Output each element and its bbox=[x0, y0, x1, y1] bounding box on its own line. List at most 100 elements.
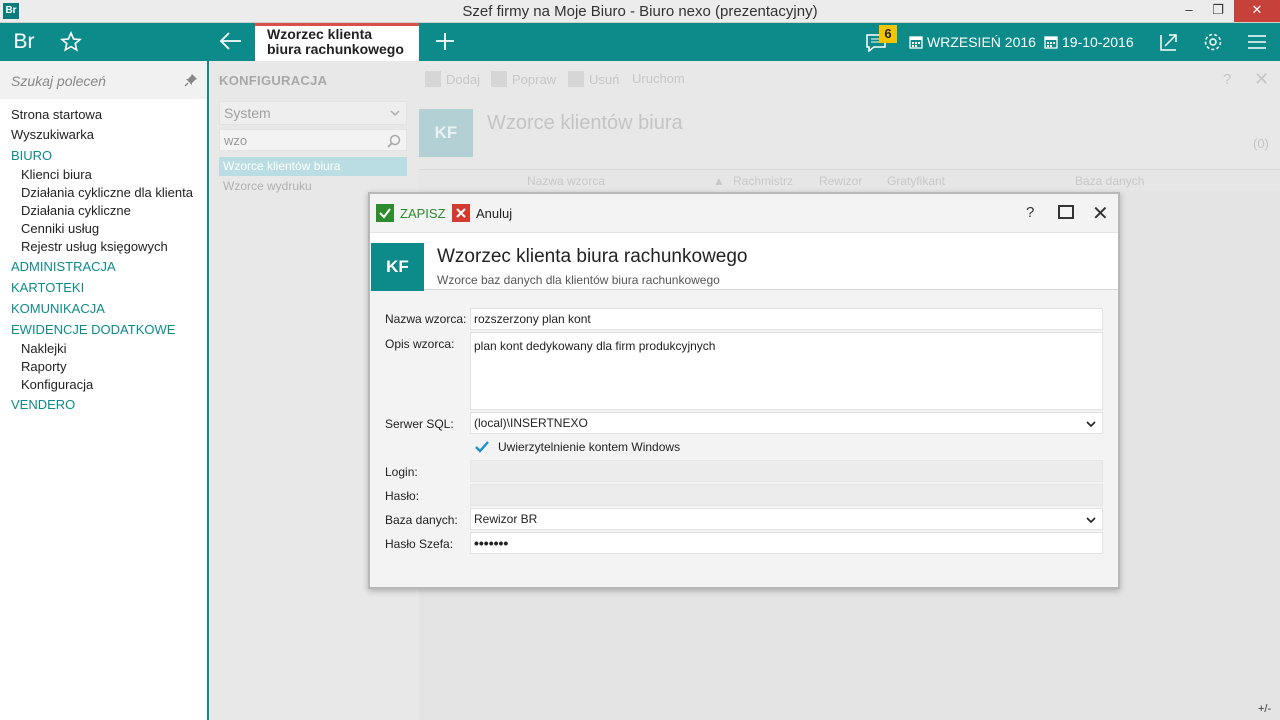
sidebar-item-dzialania-cykliczne-klienta[interactable]: Działania cykliczne dla klienta bbox=[0, 184, 207, 202]
app-logo[interactable]: Br bbox=[0, 23, 48, 61]
window-titlebar: Br Szef firmy na Moje Biuro - Biuro nexo… bbox=[0, 0, 1280, 23]
dialog-maximize-icon[interactable] bbox=[1058, 205, 1074, 219]
column-header-nazwa[interactable]: Nazwa wzorca bbox=[527, 174, 605, 188]
sidebar-section-komunikacja[interactable]: KOMUNIKACJA bbox=[0, 298, 207, 319]
add-icon bbox=[425, 71, 441, 87]
save-button[interactable]: ZAPISZ bbox=[376, 204, 446, 222]
main-toolbar: Dodaj Popraw Usuń Uruchom bbox=[409, 61, 1280, 97]
settings-gear-icon[interactable] bbox=[1199, 23, 1227, 61]
tab-wzorzec-klienta[interactable]: Wzorzec klienta biura rachunkowego bbox=[255, 23, 419, 61]
config-group-select[interactable]: System bbox=[219, 101, 407, 125]
run-button[interactable]: Uruchom bbox=[632, 71, 685, 86]
date-label: 19-10-2016 bbox=[1062, 34, 1134, 50]
sidebar-item-klienci-biura[interactable]: Klienci biura bbox=[0, 166, 207, 184]
sidebar-item-dzialania-cykliczne[interactable]: Działania cykliczne bbox=[0, 202, 207, 220]
sidebar-item-konfiguracja[interactable]: Konfiguracja bbox=[0, 376, 207, 394]
sidebar-item-raporty[interactable]: Raporty bbox=[0, 358, 207, 376]
list-badge: KF bbox=[419, 109, 473, 157]
password-label: Hasło: bbox=[385, 489, 420, 503]
add-button[interactable]: Dodaj bbox=[425, 71, 480, 87]
config-group-value: System bbox=[224, 105, 271, 121]
login-label: Login: bbox=[385, 465, 418, 479]
column-header-baza[interactable]: Baza danych bbox=[1075, 174, 1144, 188]
checkmark-icon bbox=[475, 441, 489, 453]
favorites-star-icon[interactable] bbox=[58, 23, 84, 61]
main-help-button[interactable]: ? bbox=[1223, 71, 1231, 88]
sidebar-nav: Strona startowa Wyszukiwarka BIURO Klien… bbox=[0, 105, 207, 415]
chevron-down-icon bbox=[1086, 517, 1096, 524]
config-header: KONFIGURACJA bbox=[219, 73, 328, 88]
sidebar-section-administracja[interactable]: ADMINISTRACJA bbox=[0, 256, 207, 277]
sidebar-section-biuro[interactable]: BIURO bbox=[0, 145, 207, 166]
edit-label: Popraw bbox=[512, 71, 557, 87]
calendar-icon bbox=[909, 36, 923, 49]
database-label: Baza danych: bbox=[385, 513, 458, 527]
menu-hamburger-icon[interactable] bbox=[1243, 23, 1271, 61]
date-selector[interactable]: 19-10-2016 bbox=[1044, 23, 1134, 61]
new-tab-plus-icon[interactable] bbox=[430, 23, 460, 61]
save-label: ZAPISZ bbox=[400, 205, 446, 221]
window-title: Szef firmy na Moje Biuro - Biuro nexo (p… bbox=[462, 3, 818, 20]
search-placeholder: Szukaj poleceń bbox=[11, 73, 106, 89]
sql-server-value: (local)\INSERTNEXO bbox=[474, 416, 588, 430]
sidebar-section-vendero[interactable]: VENDERO bbox=[0, 394, 207, 415]
sidebar-item-naklejki[interactable]: Naklejki bbox=[0, 340, 207, 358]
dialog-header: KF Wzorzec klienta biura rachunkowego Wz… bbox=[370, 232, 1118, 291]
sql-server-label: Serwer SQL: bbox=[385, 417, 454, 431]
expand-collapse-toggle[interactable]: +/- bbox=[1258, 703, 1271, 715]
calendar-icon bbox=[1044, 36, 1058, 49]
sidebar-item-wyszukiwarka[interactable]: Wyszukiwarka bbox=[0, 125, 207, 145]
export-icon[interactable] bbox=[1155, 23, 1183, 61]
pin-icon[interactable] bbox=[184, 73, 198, 87]
notification-badge: 6 bbox=[879, 25, 897, 43]
boss-password-field[interactable]: ••••••• bbox=[470, 532, 1103, 554]
config-search-value: wzo bbox=[224, 133, 248, 148]
minimize-button[interactable]: ‒ bbox=[1175, 0, 1203, 22]
delete-button[interactable]: Usuń bbox=[568, 71, 619, 87]
chevron-down-icon bbox=[390, 110, 400, 117]
command-search[interactable]: Szukaj poleceń bbox=[0, 61, 207, 99]
sidebar-item-rejestr-uslug[interactable]: Rejestr usług księgowych bbox=[0, 238, 207, 256]
config-search-input[interactable]: wzo bbox=[219, 129, 407, 151]
back-arrow-icon[interactable] bbox=[216, 23, 246, 61]
database-value: Rewizor BR bbox=[474, 512, 538, 526]
sidebar-section-ewidencje[interactable]: EWIDENCJE DODATKOWE bbox=[0, 319, 207, 340]
cancel-button[interactable]: Anuluj bbox=[452, 204, 512, 222]
cancel-x-icon bbox=[452, 204, 470, 222]
sidebar-item-strona-startowa[interactable]: Strona startowa bbox=[0, 105, 207, 125]
windows-auth-checkbox[interactable]: Uwierzytelnienie kontem Windows bbox=[474, 439, 680, 455]
column-header-rewizor[interactable]: Rewizor bbox=[819, 174, 862, 188]
month-selector[interactable]: WRZESIEŃ 2016 bbox=[909, 23, 1036, 61]
delete-label: Usuń bbox=[589, 71, 620, 87]
top-navigation-bar: Br Wzorzec klienta biura rachunkowego 6 … bbox=[0, 23, 1280, 61]
add-label: Dodaj bbox=[446, 71, 480, 87]
cancel-label: Anuluj bbox=[476, 205, 513, 221]
edit-button[interactable]: Popraw bbox=[491, 71, 556, 87]
column-header-gratyfikant[interactable]: Gratyfikant bbox=[887, 174, 945, 188]
sort-asc-icon: ▲ bbox=[713, 174, 725, 188]
sidebar-section-kartoteki[interactable]: KARTOTEKI bbox=[0, 277, 207, 298]
name-label: Nazwa wzorca: bbox=[385, 312, 467, 326]
search-icon[interactable] bbox=[386, 133, 402, 149]
database-select[interactable]: Rewizor BR bbox=[470, 508, 1103, 530]
dialog-close-button[interactable]: ✕ bbox=[1092, 201, 1109, 226]
restore-button[interactable]: ❐ bbox=[1204, 0, 1232, 22]
record-count: (0) bbox=[1253, 136, 1269, 151]
dialog-title: Wzorzec klienta biura rachunkowego bbox=[437, 246, 748, 267]
main-close-button[interactable]: ✕ bbox=[1254, 69, 1269, 90]
template-dialog: ZAPISZ Anuluj ? ✕ KF Wzorzec klienta biu… bbox=[368, 192, 1120, 589]
list-title: Wzorce klientów biura bbox=[487, 112, 683, 134]
name-field[interactable]: rozszerzony plan kont bbox=[470, 308, 1103, 330]
login-field[interactable] bbox=[470, 460, 1103, 482]
dialog-badge: KF bbox=[371, 243, 424, 291]
description-field[interactable]: plan kont dedykowany dla firm produkcyjn… bbox=[470, 332, 1103, 410]
grid-header: Nazwa wzorca ▲ Rachmistrz Rewizor Gratyf… bbox=[419, 169, 1280, 191]
save-check-icon bbox=[376, 204, 394, 222]
column-header-rachmistrz[interactable]: Rachmistrz bbox=[733, 174, 793, 188]
config-item-wzorce-klientow[interactable]: Wzorce klientów biura bbox=[219, 157, 407, 176]
password-field[interactable] bbox=[470, 484, 1103, 506]
sidebar-item-cenniki-uslug[interactable]: Cenniki usług bbox=[0, 220, 207, 238]
sql-server-select[interactable]: (local)\INSERTNEXO bbox=[470, 412, 1103, 434]
dialog-help-button[interactable]: ? bbox=[1026, 204, 1034, 221]
window-close-button[interactable]: ✕ bbox=[1234, 0, 1280, 22]
